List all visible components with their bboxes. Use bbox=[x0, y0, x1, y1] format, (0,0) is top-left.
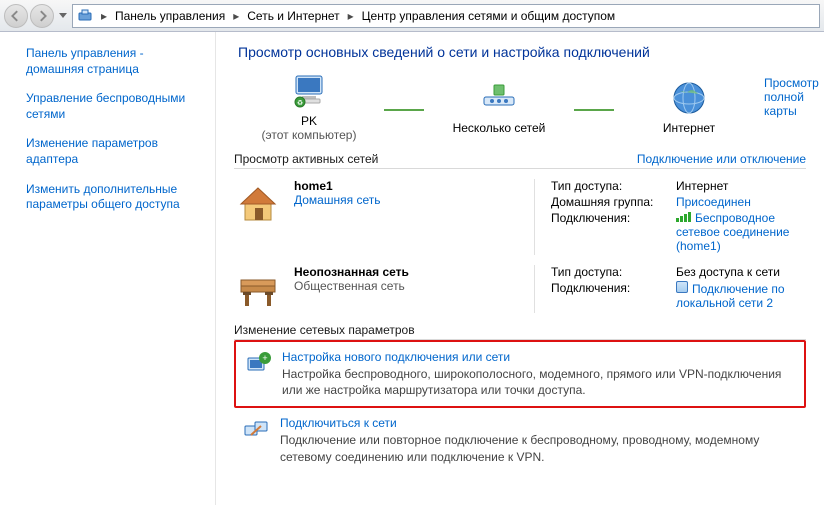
network-name: home1 bbox=[294, 179, 380, 193]
lan-plug-icon bbox=[676, 281, 688, 293]
task-connect[interactable]: Подключиться к сети Подключение или повт… bbox=[234, 408, 806, 472]
map-node-internet[interactable]: Интернет bbox=[614, 77, 764, 135]
section-heading: Просмотр активных сетей bbox=[234, 152, 378, 166]
network-type-link[interactable]: Домашняя сеть bbox=[294, 193, 380, 207]
task-title: Настройка нового подключения или сети bbox=[282, 350, 796, 364]
sidebar: Панель управления - домашняя страница Уп… bbox=[0, 32, 216, 505]
main-content: Просмотр основных сведений о сети и наст… bbox=[216, 32, 824, 505]
page-title: Просмотр основных сведений о сети и наст… bbox=[238, 44, 806, 60]
map-node-label: PK bbox=[234, 114, 384, 128]
sidebar-link-adapter[interactable]: Изменение параметров адаптера bbox=[26, 136, 158, 166]
connection-line-icon bbox=[574, 89, 614, 131]
home-network-icon bbox=[234, 179, 282, 227]
networks-icon bbox=[424, 77, 574, 119]
kv-value: Без доступа к сети bbox=[676, 265, 806, 279]
history-dropdown[interactable] bbox=[56, 6, 70, 26]
chevron-right-icon: ▸ bbox=[97, 9, 111, 23]
wifi-signal-icon bbox=[676, 212, 691, 222]
computer-icon: ♻ bbox=[234, 70, 384, 112]
sidebar-link-sharing[interactable]: Изменить дополнительные параметры общего… bbox=[26, 182, 180, 212]
kv-key: Домашняя группа: bbox=[551, 195, 676, 209]
chevron-right-icon: ▸ bbox=[344, 9, 358, 23]
kv-key: Подключения: bbox=[551, 281, 676, 310]
task-desc: Подключение или повторное подключение к … bbox=[280, 432, 798, 464]
public-network-icon bbox=[234, 265, 282, 313]
homegroup-link[interactable]: Присоединен bbox=[676, 195, 751, 209]
chevron-right-icon: ▸ bbox=[229, 9, 243, 23]
globe-icon bbox=[614, 77, 764, 119]
kv-key: Тип доступа: bbox=[551, 265, 676, 279]
connect-disconnect-link[interactable]: Подключение или отключение bbox=[637, 152, 806, 166]
connection-line-icon bbox=[384, 89, 424, 131]
network-center-icon bbox=[77, 8, 93, 24]
view-full-map-link[interactable]: Просмотр полной карты bbox=[764, 76, 819, 118]
breadcrumb-item[interactable]: Центр управления сетями и общим доступом bbox=[358, 5, 620, 27]
forward-button[interactable] bbox=[30, 4, 54, 28]
connect-network-icon bbox=[242, 416, 270, 444]
map-node-label: Интернет bbox=[614, 121, 764, 135]
connection-link[interactable]: Беспроводное сетевое соединение (home1) bbox=[676, 211, 789, 253]
back-button[interactable] bbox=[4, 4, 28, 28]
task-desc: Настройка беспроводного, широкополосного… bbox=[282, 366, 796, 398]
kv-key: Тип доступа: bbox=[551, 179, 676, 193]
task-new-connection[interactable]: + Настройка нового подключения или сети … bbox=[234, 340, 806, 408]
map-node-label: Несколько сетей bbox=[424, 121, 574, 135]
breadcrumb-item[interactable]: Сеть и Интернет bbox=[243, 5, 343, 27]
network-type: Общественная сеть bbox=[294, 279, 409, 293]
change-settings-section: Изменение сетевых параметров + Настройка… bbox=[234, 323, 806, 473]
breadcrumb-item[interactable]: Панель управления bbox=[111, 5, 229, 27]
task-title: Подключиться к сети bbox=[280, 416, 798, 430]
map-node-networks[interactable]: Несколько сетей bbox=[424, 77, 574, 135]
section-heading: Изменение сетевых параметров bbox=[234, 323, 415, 337]
sidebar-link-wireless[interactable]: Управление беспроводными сетями bbox=[26, 91, 185, 121]
map-node-sublabel: (этот компьютер) bbox=[234, 128, 384, 142]
kv-value: Интернет bbox=[676, 179, 806, 193]
connection-link[interactable]: Подключение по локальной сети 2 bbox=[676, 282, 785, 310]
map-node-pc[interactable]: ♻ PK (этот компьютер) bbox=[234, 70, 384, 142]
network-map: ♻ PK (этот компьютер) Несколько сетей bbox=[234, 70, 806, 142]
sidebar-home-link[interactable]: Панель управления - домашняя страница bbox=[26, 46, 144, 76]
toolbar: ▸ Панель управления ▸ Сеть и Интернет ▸ … bbox=[0, 0, 824, 32]
network-name: Неопознанная сеть bbox=[294, 265, 409, 279]
kv-key: Подключения: bbox=[551, 211, 676, 253]
new-connection-icon: + bbox=[244, 350, 272, 378]
active-networks-section: Просмотр активных сетей Подключение или … bbox=[234, 152, 806, 313]
network-row: home1 Домашняя сеть Тип доступа:Интернет… bbox=[234, 179, 806, 255]
address-bar[interactable]: ▸ Панель управления ▸ Сеть и Интернет ▸ … bbox=[72, 4, 820, 28]
network-row: Неопознанная сеть Общественная сеть Тип … bbox=[234, 265, 806, 313]
svg-text:+: + bbox=[262, 353, 267, 363]
svg-text:♻: ♻ bbox=[297, 100, 303, 107]
